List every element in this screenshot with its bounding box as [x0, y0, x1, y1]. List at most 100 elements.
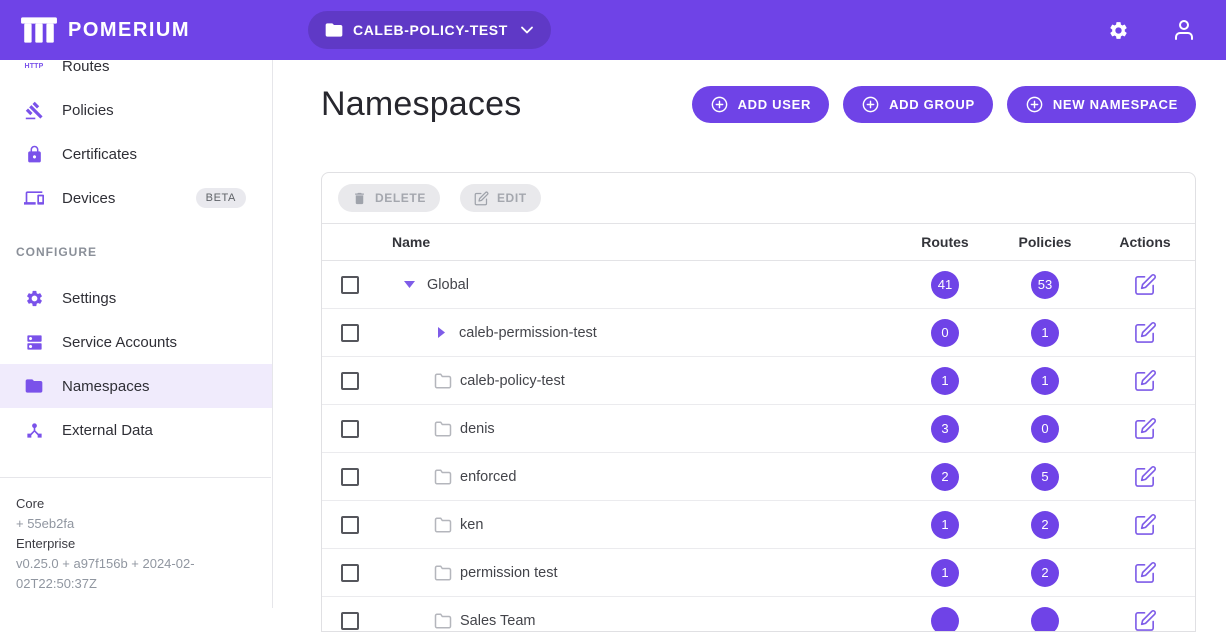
namespace-name[interactable]: ken	[460, 517, 483, 533]
folder-icon	[434, 516, 452, 534]
sidebar-item-label: Certificates	[62, 146, 137, 163]
row-checkbox[interactable]	[341, 516, 359, 534]
sidebar-item-label: Routes	[62, 60, 110, 75]
sidebar-item-label: Settings	[62, 290, 116, 307]
sidebar-item-namespaces[interactable]: Namespaces	[0, 364, 272, 408]
edit-row-icon[interactable]	[1134, 465, 1157, 488]
new-namespace-button[interactable]: NEW NAMESPACE	[1007, 86, 1196, 123]
sidebar-item-label: Devices	[62, 190, 115, 207]
sidebar-item-label: Namespaces	[62, 378, 150, 395]
policies-count-badge[interactable]: 0	[1031, 415, 1059, 443]
namespaces-table-card: DELETE EDIT Name Routes Policies Actions	[321, 172, 1196, 632]
add-user-button[interactable]: ADD USER	[692, 86, 830, 123]
namespace-name[interactable]: caleb-permission-test	[459, 325, 597, 341]
http-icon: HTTP	[24, 60, 44, 76]
namespace-name[interactable]: permission test	[460, 565, 558, 581]
server-icon	[24, 332, 44, 352]
policies-count-badge[interactable]: 5	[1031, 463, 1059, 491]
routes-count-badge[interactable]: 0	[931, 319, 959, 347]
row-checkbox[interactable]	[341, 372, 359, 390]
table-header-row: Name Routes Policies Actions	[322, 223, 1195, 261]
policies-count-badge[interactable]	[1031, 607, 1059, 632]
sidebar-item-policies[interactable]: Policies	[0, 88, 272, 132]
table-row[interactable]: permission test 1 2	[322, 549, 1195, 597]
routes-count-badge[interactable]: 1	[931, 511, 959, 539]
sidebar-item-service-accounts[interactable]: Service Accounts	[0, 320, 272, 364]
namespace-name[interactable]: caleb-policy-test	[460, 373, 565, 389]
folder-icon	[434, 420, 452, 438]
brand: POMERIUM	[20, 14, 190, 46]
edit-row-icon[interactable]	[1134, 561, 1157, 584]
column-header-routes: Routes	[895, 234, 995, 250]
table-row[interactable]: Sales Team	[322, 597, 1195, 632]
routes-count-badge[interactable]: 1	[931, 559, 959, 587]
column-header-actions: Actions	[1095, 234, 1195, 250]
sidebar-item-label: External Data	[62, 422, 153, 439]
sidebar-item-devices[interactable]: Devices BETA	[0, 176, 272, 220]
policies-count-badge[interactable]: 1	[1031, 319, 1059, 347]
sidebar: HTTP Routes Policies Certificates Device…	[0, 60, 273, 608]
policies-count-badge[interactable]: 2	[1031, 559, 1059, 587]
row-checkbox[interactable]	[341, 564, 359, 582]
delete-button[interactable]: DELETE	[338, 184, 440, 212]
edit-row-icon[interactable]	[1134, 369, 1157, 392]
button-label: ADD USER	[738, 97, 812, 112]
row-checkbox[interactable]	[341, 420, 359, 438]
table-row[interactable]: denis 3 0	[322, 405, 1195, 453]
main-content: Namespaces ADD USER ADD GROUP NEW NAMESP…	[273, 60, 1226, 608]
top-app-bar: POMERIUM CALEB-POLICY-TEST	[0, 0, 1226, 60]
policies-count-badge[interactable]: 2	[1031, 511, 1059, 539]
core-version: + 55eb2fa	[16, 514, 255, 534]
user-account-icon[interactable]	[1172, 18, 1196, 42]
plus-circle-icon	[1025, 95, 1044, 114]
edit-row-icon[interactable]	[1134, 417, 1157, 440]
namespace-selector[interactable]: CALEB-POLICY-TEST	[308, 11, 551, 49]
row-checkbox[interactable]	[341, 324, 359, 342]
routes-count-badge[interactable]: 41	[931, 271, 959, 299]
namespace-name[interactable]: Global	[427, 277, 469, 293]
table-row[interactable]: ken 1 2	[322, 501, 1195, 549]
edit-row-icon[interactable]	[1134, 321, 1157, 344]
namespace-name[interactable]: Sales Team	[460, 613, 536, 629]
row-checkbox[interactable]	[341, 468, 359, 486]
table-row[interactable]: enforced 2 5	[322, 453, 1195, 501]
namespace-name[interactable]: denis	[460, 421, 495, 437]
table-row[interactable]: caleb-permission-test 0 1	[322, 309, 1195, 357]
settings-gear-icon[interactable]	[1106, 18, 1130, 42]
button-label: NEW NAMESPACE	[1053, 97, 1178, 112]
column-header-name: Name	[378, 234, 895, 250]
pomerium-logo-icon	[20, 14, 58, 46]
edit-row-icon[interactable]	[1134, 273, 1157, 296]
sidebar-item-external-data[interactable]: External Data	[0, 408, 272, 452]
sidebar-item-certificates[interactable]: Certificates	[0, 132, 272, 176]
routes-count-badge[interactable]	[931, 607, 959, 632]
plus-circle-icon	[861, 95, 880, 114]
table-row[interactable]: caleb-policy-test 1 1	[322, 357, 1195, 405]
hub-icon	[24, 420, 44, 440]
routes-count-badge[interactable]: 2	[931, 463, 959, 491]
routes-count-badge[interactable]: 1	[931, 367, 959, 395]
folder-icon	[434, 564, 452, 582]
policies-count-badge[interactable]: 1	[1031, 367, 1059, 395]
collapse-arrow-icon[interactable]	[404, 281, 415, 288]
sidebar-item-routes[interactable]: HTTP Routes	[0, 60, 272, 88]
plus-circle-icon	[710, 95, 729, 114]
devices-icon	[24, 188, 44, 208]
add-group-button[interactable]: ADD GROUP	[843, 86, 993, 123]
row-checkbox[interactable]	[341, 276, 359, 294]
expand-arrow-icon[interactable]	[438, 327, 445, 338]
edit-button[interactable]: EDIT	[460, 184, 541, 212]
button-label: ADD GROUP	[889, 97, 975, 112]
routes-count-badge[interactable]: 3	[931, 415, 959, 443]
policies-count-badge[interactable]: 53	[1031, 271, 1059, 299]
sidebar-item-settings[interactable]: Settings	[0, 276, 272, 320]
edit-row-icon[interactable]	[1134, 609, 1157, 632]
column-header-policies: Policies	[995, 234, 1095, 250]
table-row[interactable]: Global 41 53	[322, 261, 1195, 309]
row-checkbox[interactable]	[341, 612, 359, 630]
button-label: EDIT	[497, 191, 527, 205]
namespace-name[interactable]: enforced	[460, 469, 516, 485]
edit-row-icon[interactable]	[1134, 513, 1157, 536]
gear-icon	[24, 288, 44, 308]
folder-icon	[24, 376, 44, 396]
